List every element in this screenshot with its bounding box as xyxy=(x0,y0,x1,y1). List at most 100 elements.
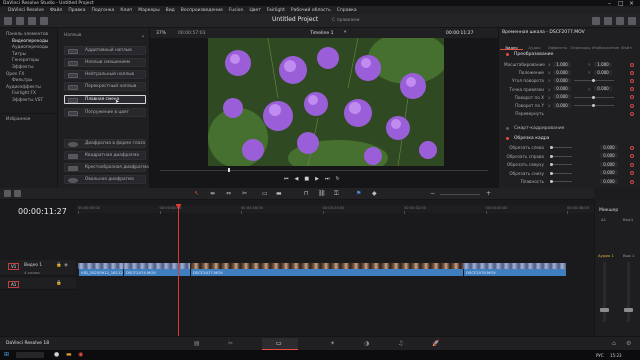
inspector-value-x[interactable]: 0.000 xyxy=(553,86,571,92)
menu-item[interactable]: Воспроизведение xyxy=(181,8,223,13)
start-icon[interactable]: ⊞ xyxy=(4,351,9,358)
sidebar-item-fairlight-fx[interactable]: Fairlight FX xyxy=(0,91,57,98)
crop-slider[interactable] xyxy=(550,164,572,166)
tab-image[interactable]: Изображение xyxy=(592,38,619,50)
deliver-page-icon[interactable]: 🚀 xyxy=(432,340,439,347)
more-icon[interactable] xyxy=(628,17,636,25)
crop-value[interactable]: 0.000 xyxy=(600,178,618,184)
menu-item[interactable]: Цвет xyxy=(249,8,261,13)
crop-slider[interactable] xyxy=(550,172,572,174)
lock-icon[interactable]: 🔒 xyxy=(56,263,62,268)
slider-knob[interactable] xyxy=(550,154,553,158)
media-page-icon[interactable]: ▤ xyxy=(194,340,200,347)
crop-slider[interactable] xyxy=(550,181,572,183)
zoom-slider[interactable] xyxy=(440,193,480,195)
timeline-clip[interactable]: VID_20230912_181123... xyxy=(78,269,123,276)
effect-tile[interactable]: Овальная диафрагма xyxy=(64,175,146,184)
crop-slider[interactable] xyxy=(550,147,572,148)
menu-item[interactable]: DaVinci Resolve xyxy=(8,8,44,13)
inspector-value-y[interactable]: 0.000 xyxy=(594,86,612,92)
trim-tool-icon[interactable]: ⇹ xyxy=(210,190,215,197)
sidebar-item-filters[interactable]: Фильтры xyxy=(0,78,57,85)
favorites-header[interactable]: Избранное xyxy=(0,117,57,124)
tab-effects[interactable]: Эффекты xyxy=(546,38,569,50)
menu-item[interactable]: Fusion xyxy=(229,8,243,13)
keyframe-icon[interactable] xyxy=(630,145,634,150)
keyframe-icon[interactable] xyxy=(630,111,634,116)
keyframe-icon[interactable] xyxy=(630,70,634,75)
fusion-page-icon[interactable]: ✦ xyxy=(330,340,335,347)
sound-library-icon[interactable] xyxy=(40,17,48,25)
menu-item[interactable]: Маркеры xyxy=(138,8,159,13)
slider-knob[interactable] xyxy=(592,95,595,99)
effect-tile[interactable]: Наплыв смешением xyxy=(64,58,146,67)
metadata-icon[interactable] xyxy=(604,17,612,25)
collapse-icon[interactable]: ▴ xyxy=(142,33,144,38)
timeline-name[interactable]: Timeline 1 xyxy=(310,31,333,36)
chevron-down-icon[interactable]: ▾ xyxy=(344,30,346,35)
timeline-clip[interactable]: DSCF2074.MOV xyxy=(123,269,190,276)
fairlight-page-icon[interactable]: ♫ xyxy=(398,340,403,347)
position-lock-icon[interactable]: ⚿ xyxy=(334,190,339,198)
section-smart-reframe[interactable]: Смарт-кадрирование xyxy=(514,126,564,131)
sidebar-item-generators[interactable]: Генераторы xyxy=(0,58,57,65)
zoom-in-icon[interactable]: + xyxy=(486,190,491,197)
fader-a1[interactable] xyxy=(600,308,609,312)
effect-tile[interactable]: Крестообразная диафрагма xyxy=(64,163,149,172)
go-to-end-icon[interactable]: ⏭ xyxy=(325,176,330,182)
keyframe-icon[interactable] xyxy=(630,62,634,67)
crop-value[interactable]: 0.000 xyxy=(600,144,618,150)
folder-icon[interactable]: ▬ xyxy=(66,351,72,358)
inspector-value-x[interactable]: 1.000 xyxy=(553,61,571,67)
effect-tile[interactable]: Аддитивный наплыв xyxy=(64,46,146,55)
menu-item[interactable]: Вид xyxy=(166,8,175,13)
slider-knob[interactable] xyxy=(550,171,553,175)
menu-item[interactable]: Справка xyxy=(337,8,357,13)
eye-icon[interactable]: ◉ xyxy=(64,263,68,268)
layout-icon[interactable] xyxy=(4,190,11,197)
home-icon[interactable]: ⌂ xyxy=(612,340,616,347)
effect-tile[interactable]: Перекрестный наплыв xyxy=(64,82,146,91)
selection-tool-icon[interactable]: ↖ xyxy=(194,190,199,197)
tab-video[interactable]: Видео xyxy=(500,38,523,50)
tab-audio[interactable]: Аудио xyxy=(523,38,546,50)
edit-index-icon[interactable] xyxy=(28,17,36,25)
keyframe-icon[interactable] xyxy=(630,162,634,167)
overwrite-clip-icon[interactable]: ▬ xyxy=(276,190,282,197)
flag-icon[interactable]: ⚑ xyxy=(356,190,361,197)
edit-page-tab[interactable]: ▭ xyxy=(262,338,298,350)
snapping-icon[interactable]: ⊓ xyxy=(304,190,309,197)
dynamic-trim-icon[interactable]: ⇔ xyxy=(226,190,231,197)
effect-tile[interactable]: Диафрагма в форме глаза xyxy=(64,139,146,148)
fader-out[interactable] xyxy=(624,308,633,312)
enable-toggle-icon[interactable] xyxy=(506,137,509,140)
color-page-icon[interactable]: ◑ xyxy=(364,340,369,347)
stop-icon[interactable]: ■ xyxy=(304,176,309,182)
enable-toggle-icon[interactable] xyxy=(506,127,509,130)
inspector-value-x[interactable]: 0.000 xyxy=(553,77,571,83)
menu-item[interactable]: Правка xyxy=(68,8,85,13)
track-id[interactable]: A1 xyxy=(8,281,20,288)
menu-item[interactable]: Рабочий область xyxy=(291,8,331,13)
inspector-value-x[interactable]: 0.000 xyxy=(553,94,571,100)
layout-icon[interactable] xyxy=(14,190,21,197)
menu-item[interactable]: Fairlight xyxy=(267,8,285,13)
keyframe-icon[interactable] xyxy=(630,179,634,184)
zoom-level[interactable]: 37% xyxy=(156,31,166,36)
search-box[interactable] xyxy=(16,351,44,358)
effect-tile[interactable]: Нейтральный наплыв xyxy=(64,70,146,79)
effect-tile[interactable]: Погружение в цвет xyxy=(64,108,146,117)
keyboard-language[interactable]: РУС xyxy=(596,353,604,358)
enable-toggle-icon[interactable] xyxy=(506,53,509,56)
slider-knob[interactable] xyxy=(550,146,553,149)
sidebar-item-effects[interactable]: Эффекты xyxy=(0,65,57,72)
crop-slider[interactable] xyxy=(550,155,572,157)
loop-icon[interactable]: ↻ xyxy=(335,176,339,182)
inspector-icon[interactable] xyxy=(616,17,624,25)
inspector-value-y[interactable]: 1.000 xyxy=(594,61,612,67)
scrubber-handle[interactable] xyxy=(228,168,230,172)
effect-tile-selected[interactable]: Плавная смена ➤ xyxy=(64,95,146,105)
timeline-timecode[interactable]: 00:00:11:27 xyxy=(18,207,67,216)
track-id[interactable]: V1 xyxy=(8,263,20,270)
taskbar-app-icon[interactable]: ● xyxy=(54,351,59,358)
